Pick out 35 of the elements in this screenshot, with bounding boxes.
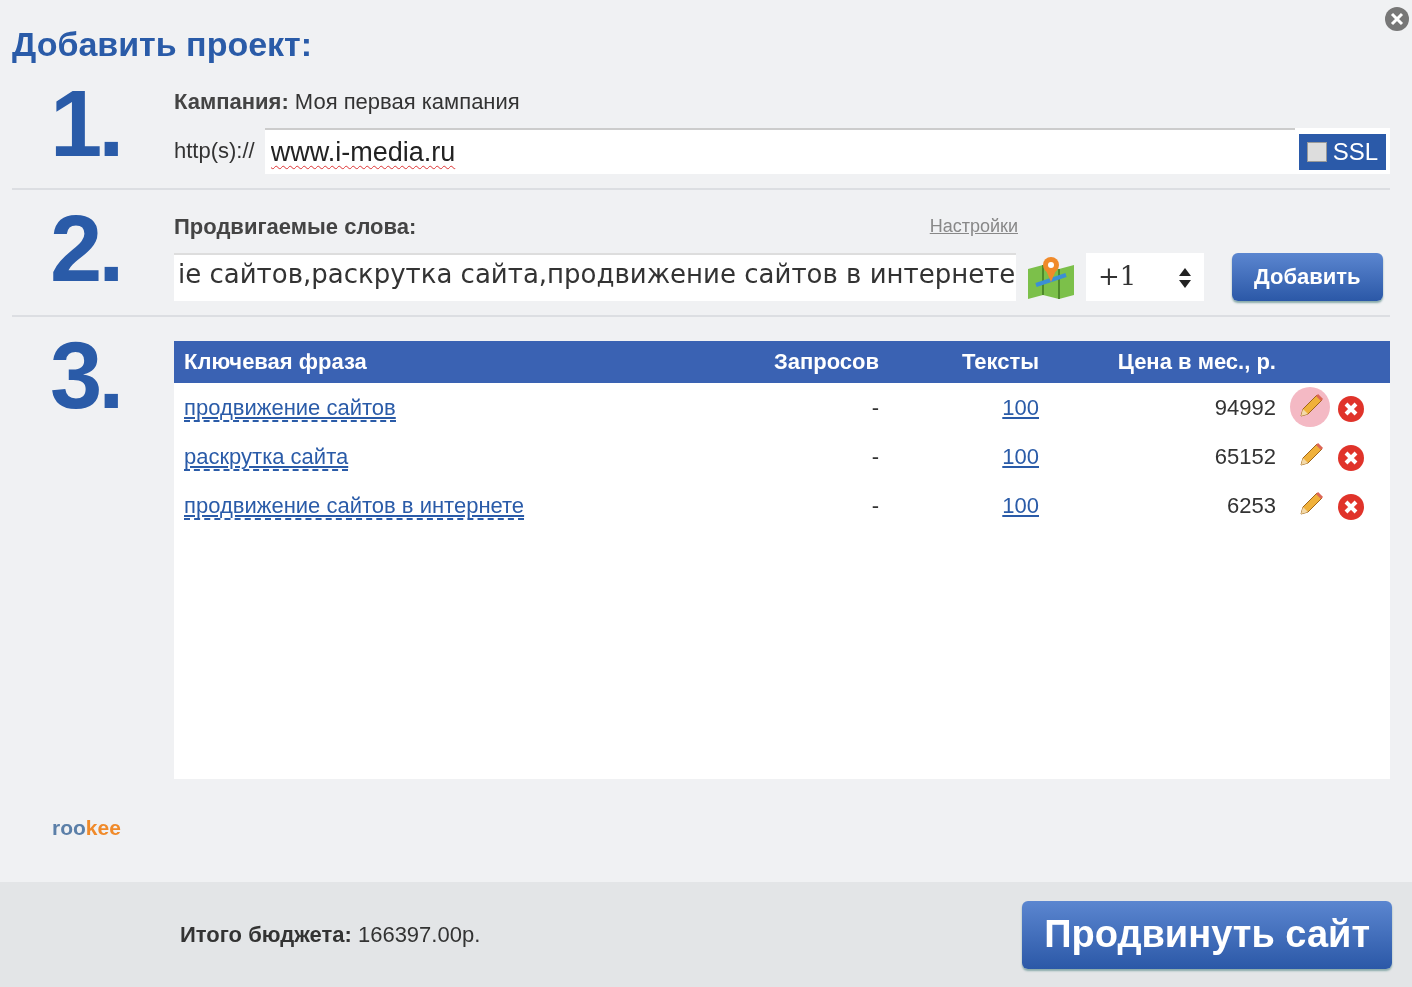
table-cell: 65152 xyxy=(1214,443,1276,469)
texts-link[interactable]: 100 xyxy=(1002,394,1039,420)
column-header: Запросов xyxy=(773,349,879,375)
pencil-icon[interactable] xyxy=(1290,387,1330,428)
dialog-title: Добавить проект: xyxy=(12,24,314,65)
table-cell: - xyxy=(871,394,879,420)
column-header: Цена в мес., р. xyxy=(1117,349,1276,375)
step-number: 1. xyxy=(49,76,122,174)
keywords-field[interactable]: іе сайтов,раскрутка сайта,продвижение сайтов в интернете xyxy=(174,252,1016,301)
close-icon[interactable] xyxy=(1384,6,1410,32)
number-spinner[interactable]: +1 xyxy=(1086,252,1204,301)
url-prefix: http(s):// xyxy=(174,137,255,166)
ssl-checkbox[interactable]: SSL xyxy=(1294,127,1390,174)
step-number: 2. xyxy=(49,201,122,301)
budget-text: Итого бюджета: 166397.00р. xyxy=(180,921,481,949)
keyword-link[interactable]: продвижение сайтов xyxy=(184,394,396,422)
spinner-value: +1 xyxy=(1098,260,1137,294)
promote-button[interactable]: Продвинуть сайт xyxy=(1022,900,1392,969)
table-cell: 94992 xyxy=(1214,394,1276,420)
keyword-link[interactable]: продвижение сайтов в интернете xyxy=(184,492,525,520)
table-cell: - xyxy=(871,443,879,469)
add-button[interactable]: Добавить xyxy=(1232,252,1383,301)
url-field[interactable]: www.i-media.ru xyxy=(264,127,1295,174)
table-cell: - xyxy=(871,492,879,518)
texts-link[interactable]: 100 xyxy=(1002,492,1039,518)
keyword-link[interactable]: раскрутка сайта xyxy=(184,443,349,471)
texts-link[interactable]: 100 xyxy=(1002,443,1039,469)
map-pin-icon[interactable] xyxy=(1026,254,1076,299)
step-number: 3. xyxy=(49,328,122,430)
table-cell: 6253 xyxy=(1227,492,1276,518)
column-header: Ключевая фраза xyxy=(184,349,367,375)
logo: rookee xyxy=(52,815,121,841)
campaign-label: Кампания: Моя первая кампания xyxy=(174,87,521,116)
column-header: Тексты xyxy=(961,349,1039,375)
keywords-label: Продвигаемые слова: xyxy=(174,212,417,241)
